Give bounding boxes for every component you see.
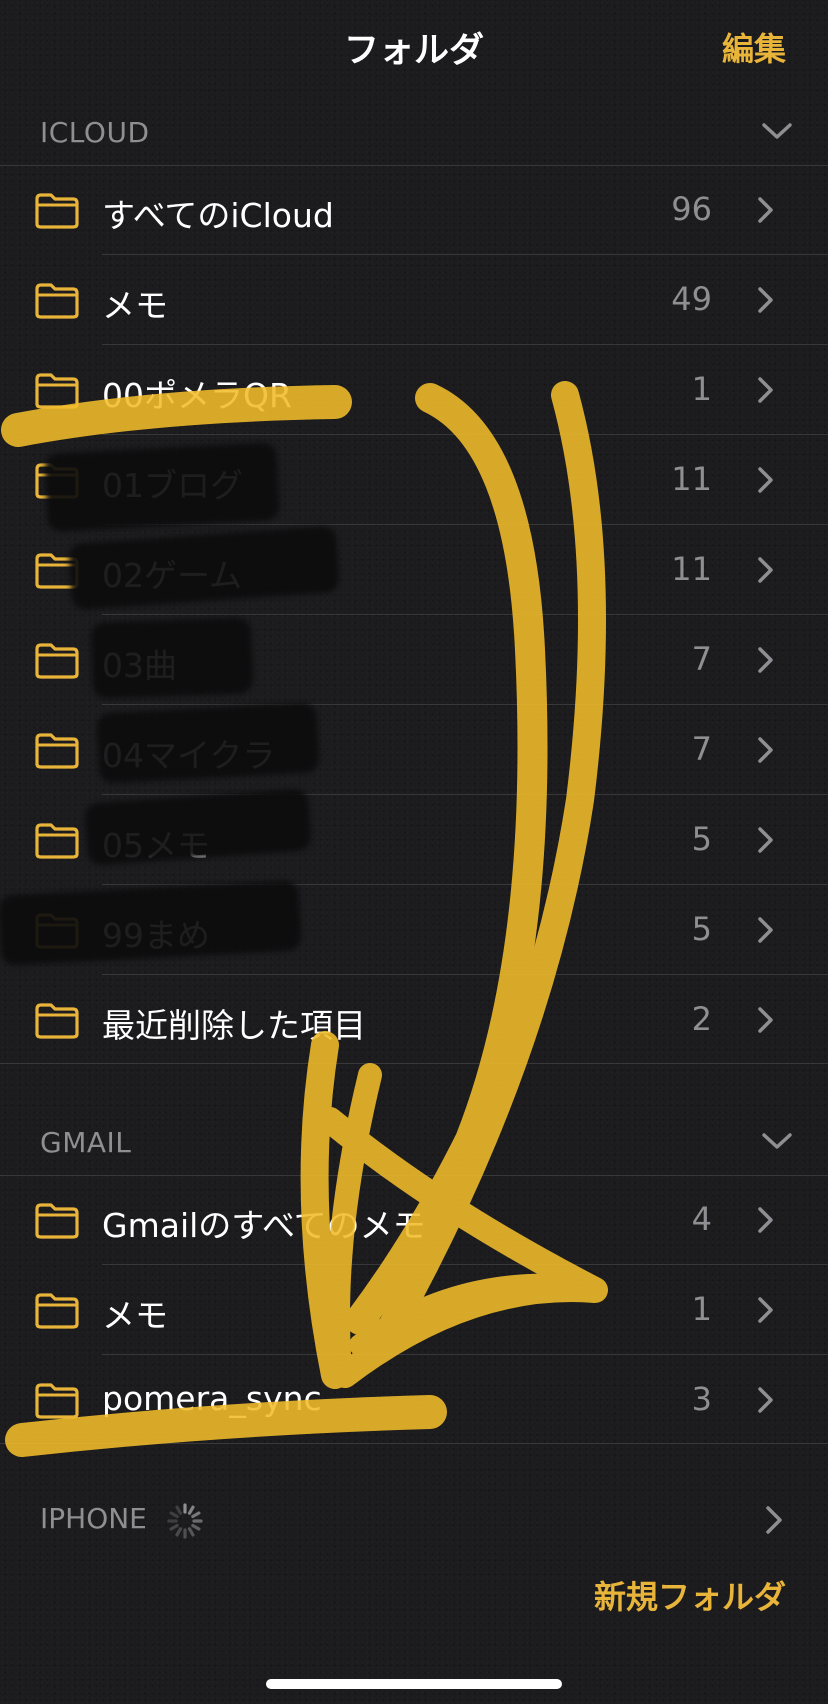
- navigation-bar: フォルダ 編集: [0, 0, 828, 90]
- chevron-right-icon: [756, 285, 776, 315]
- chevron-right-icon: [756, 555, 776, 585]
- note-count: 3: [691, 1380, 712, 1418]
- folder-row[interactable]: メモ 1: [0, 1265, 828, 1355]
- chevron-right-icon: [756, 1385, 776, 1415]
- loading-spinner-icon: [167, 1503, 203, 1539]
- folder-name: メモ: [102, 1296, 168, 1335]
- folder-name: メモ: [102, 286, 168, 325]
- page-title: フォルダ: [343, 31, 484, 71]
- note-count: 1: [691, 1290, 712, 1328]
- folder-row[interactable]: 最近削除した項目 2: [0, 975, 828, 1065]
- new-folder-button[interactable]: 新規フォルダ: [594, 1572, 786, 1618]
- section-label: IPHONE: [40, 1502, 147, 1535]
- divider: [0, 1063, 828, 1064]
- chevron-right-icon: [766, 1506, 782, 1534]
- chevron-right-icon: [756, 1205, 776, 1235]
- redaction-scribble: [44, 441, 280, 533]
- section-header-gmail[interactable]: GMAIL: [0, 1112, 828, 1172]
- folder-name: すべてのiCloud: [102, 196, 334, 235]
- chevron-down-icon[interactable]: [760, 1126, 794, 1156]
- folder-icon: [34, 821, 80, 859]
- folder-icon: [34, 371, 80, 409]
- folder-icon: [34, 1001, 80, 1039]
- folder-icon: [34, 191, 80, 229]
- folder-icon: [34, 1201, 80, 1239]
- edit-button[interactable]: 編集: [722, 24, 786, 70]
- note-count: 49: [671, 280, 712, 318]
- divider: [0, 1443, 828, 1444]
- folder-name: 最近削除した項目: [102, 1006, 366, 1045]
- chevron-right-icon: [756, 1295, 776, 1325]
- note-count: 7: [691, 640, 712, 678]
- chevron-down-icon[interactable]: [760, 116, 794, 146]
- folder-icon: [34, 1381, 80, 1419]
- folder-row[interactable]: メモ 49: [0, 255, 828, 345]
- folder-row[interactable]: 00ポメラQR 1: [0, 345, 828, 435]
- note-count: 11: [671, 460, 712, 498]
- section-label: ICLOUD: [40, 116, 150, 149]
- folder-name: 00ポメラQR: [102, 376, 292, 415]
- note-count: 5: [691, 910, 712, 948]
- chevron-right-icon: [756, 825, 776, 855]
- folder-row[interactable]: pomera_sync 3: [0, 1355, 828, 1445]
- section-header-icloud[interactable]: ICLOUD: [0, 102, 828, 162]
- chevron-right-icon: [756, 465, 776, 495]
- note-count: 2: [691, 1000, 712, 1038]
- note-count: 4: [691, 1200, 712, 1238]
- redaction-scribble: [96, 702, 320, 784]
- chevron-right-icon: [756, 735, 776, 765]
- note-count: 1: [691, 370, 712, 408]
- folder-name: Gmailのすべてのメモ: [102, 1206, 426, 1245]
- folder-icon: [34, 281, 80, 319]
- folder-row[interactable]: すべてのiCloud 96: [0, 165, 828, 255]
- redaction-scribble: [90, 617, 254, 699]
- note-count: 96: [671, 190, 712, 228]
- folder-icon: [34, 641, 80, 679]
- folder-icon: [34, 1291, 80, 1329]
- folder-icon: [34, 731, 80, 769]
- note-count: 11: [671, 550, 712, 588]
- section-header-iphone[interactable]: IPHONE: [0, 1490, 828, 1552]
- chevron-right-icon: [756, 1005, 776, 1035]
- chevron-right-icon: [756, 645, 776, 675]
- folder-row[interactable]: Gmailのすべてのメモ 4: [0, 1175, 828, 1265]
- note-count: 5: [691, 820, 712, 858]
- home-indicator: [266, 1679, 562, 1689]
- section-label: GMAIL: [40, 1126, 132, 1159]
- note-count: 7: [691, 730, 712, 768]
- chevron-right-icon: [756, 375, 776, 405]
- chevron-right-icon: [756, 195, 776, 225]
- folder-name: pomera_sync: [102, 1379, 322, 1418]
- chevron-right-icon: [756, 915, 776, 945]
